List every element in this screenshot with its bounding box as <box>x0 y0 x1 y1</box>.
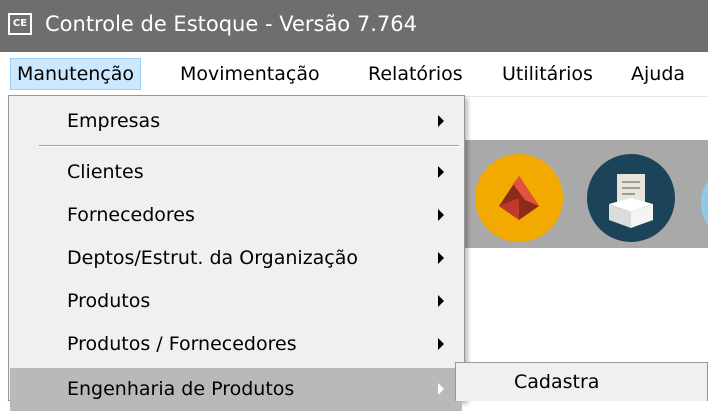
chevron-right-icon <box>438 209 444 221</box>
dropdown-item-deptos[interactable]: Deptos/Estrut. da Organização <box>10 237 462 280</box>
dropdown-item-produtos[interactable]: Produtos <box>10 280 462 323</box>
dropdown-item-produtos-fornecedores[interactable]: Produtos / Fornecedores <box>10 323 462 366</box>
menu-relatorios[interactable]: Relatórios <box>362 59 469 89</box>
package-document-button[interactable] <box>587 154 675 242</box>
toolbar-strip <box>455 96 708 133</box>
menu-ajuda[interactable]: Ajuda <box>625 59 691 89</box>
chevron-right-icon <box>438 115 444 127</box>
menu-utilitarios[interactable]: Utilitários <box>496 59 599 89</box>
dropdown-item-label: Clientes <box>67 161 144 183</box>
engenharia-submenu: Cadastra <box>455 362 708 401</box>
menu-bar: Manutenção Movimentação Relatórios Utili… <box>0 52 708 96</box>
chevron-right-icon <box>438 295 444 307</box>
chevron-right-icon <box>438 338 444 350</box>
dropdown-item-label: Empresas <box>67 110 161 132</box>
partial-toolbar-button[interactable] <box>701 174 708 232</box>
dropdown-item-label: Produtos <box>67 290 151 312</box>
submenu-item-cadastra[interactable]: Cadastra <box>514 371 599 393</box>
shipping-icon <box>499 176 539 220</box>
dropdown-item-clientes[interactable]: Clientes <box>10 151 462 194</box>
menu-movimentacao[interactable]: Movimentação <box>174 59 326 89</box>
dropdown-item-engenharia[interactable]: Engenharia de Produtos <box>10 368 462 411</box>
window-title: Controle de Estoque - Versão 7.764 <box>45 12 417 36</box>
menu-manutencao[interactable]: Manutenção <box>10 58 142 90</box>
dropdown-item-fornecedores[interactable]: Fornecedores <box>10 194 462 237</box>
title-bar: CE Controle de Estoque - Versão 7.764 <box>0 0 708 52</box>
chevron-right-icon <box>438 252 444 264</box>
dropdown-item-label: Fornecedores <box>67 204 195 226</box>
manutencao-dropdown: Empresas Clientes Fornecedores Deptos/Es… <box>8 95 465 411</box>
package-document-icon <box>609 174 653 228</box>
toolbar <box>455 140 708 248</box>
app-icon: CE <box>8 13 32 35</box>
menu-separator <box>39 145 459 147</box>
dropdown-item-label: Produtos / Fornecedores <box>67 333 297 355</box>
dropdown-item-label: Engenharia de Produtos <box>67 378 295 400</box>
dropdown-item-label: Deptos/Estrut. da Organização <box>67 247 359 269</box>
dropdown-item-empresas[interactable]: Empresas <box>10 100 462 143</box>
chevron-right-icon <box>438 166 444 178</box>
chevron-right-icon <box>438 383 444 395</box>
shipping-button[interactable] <box>475 154 563 242</box>
